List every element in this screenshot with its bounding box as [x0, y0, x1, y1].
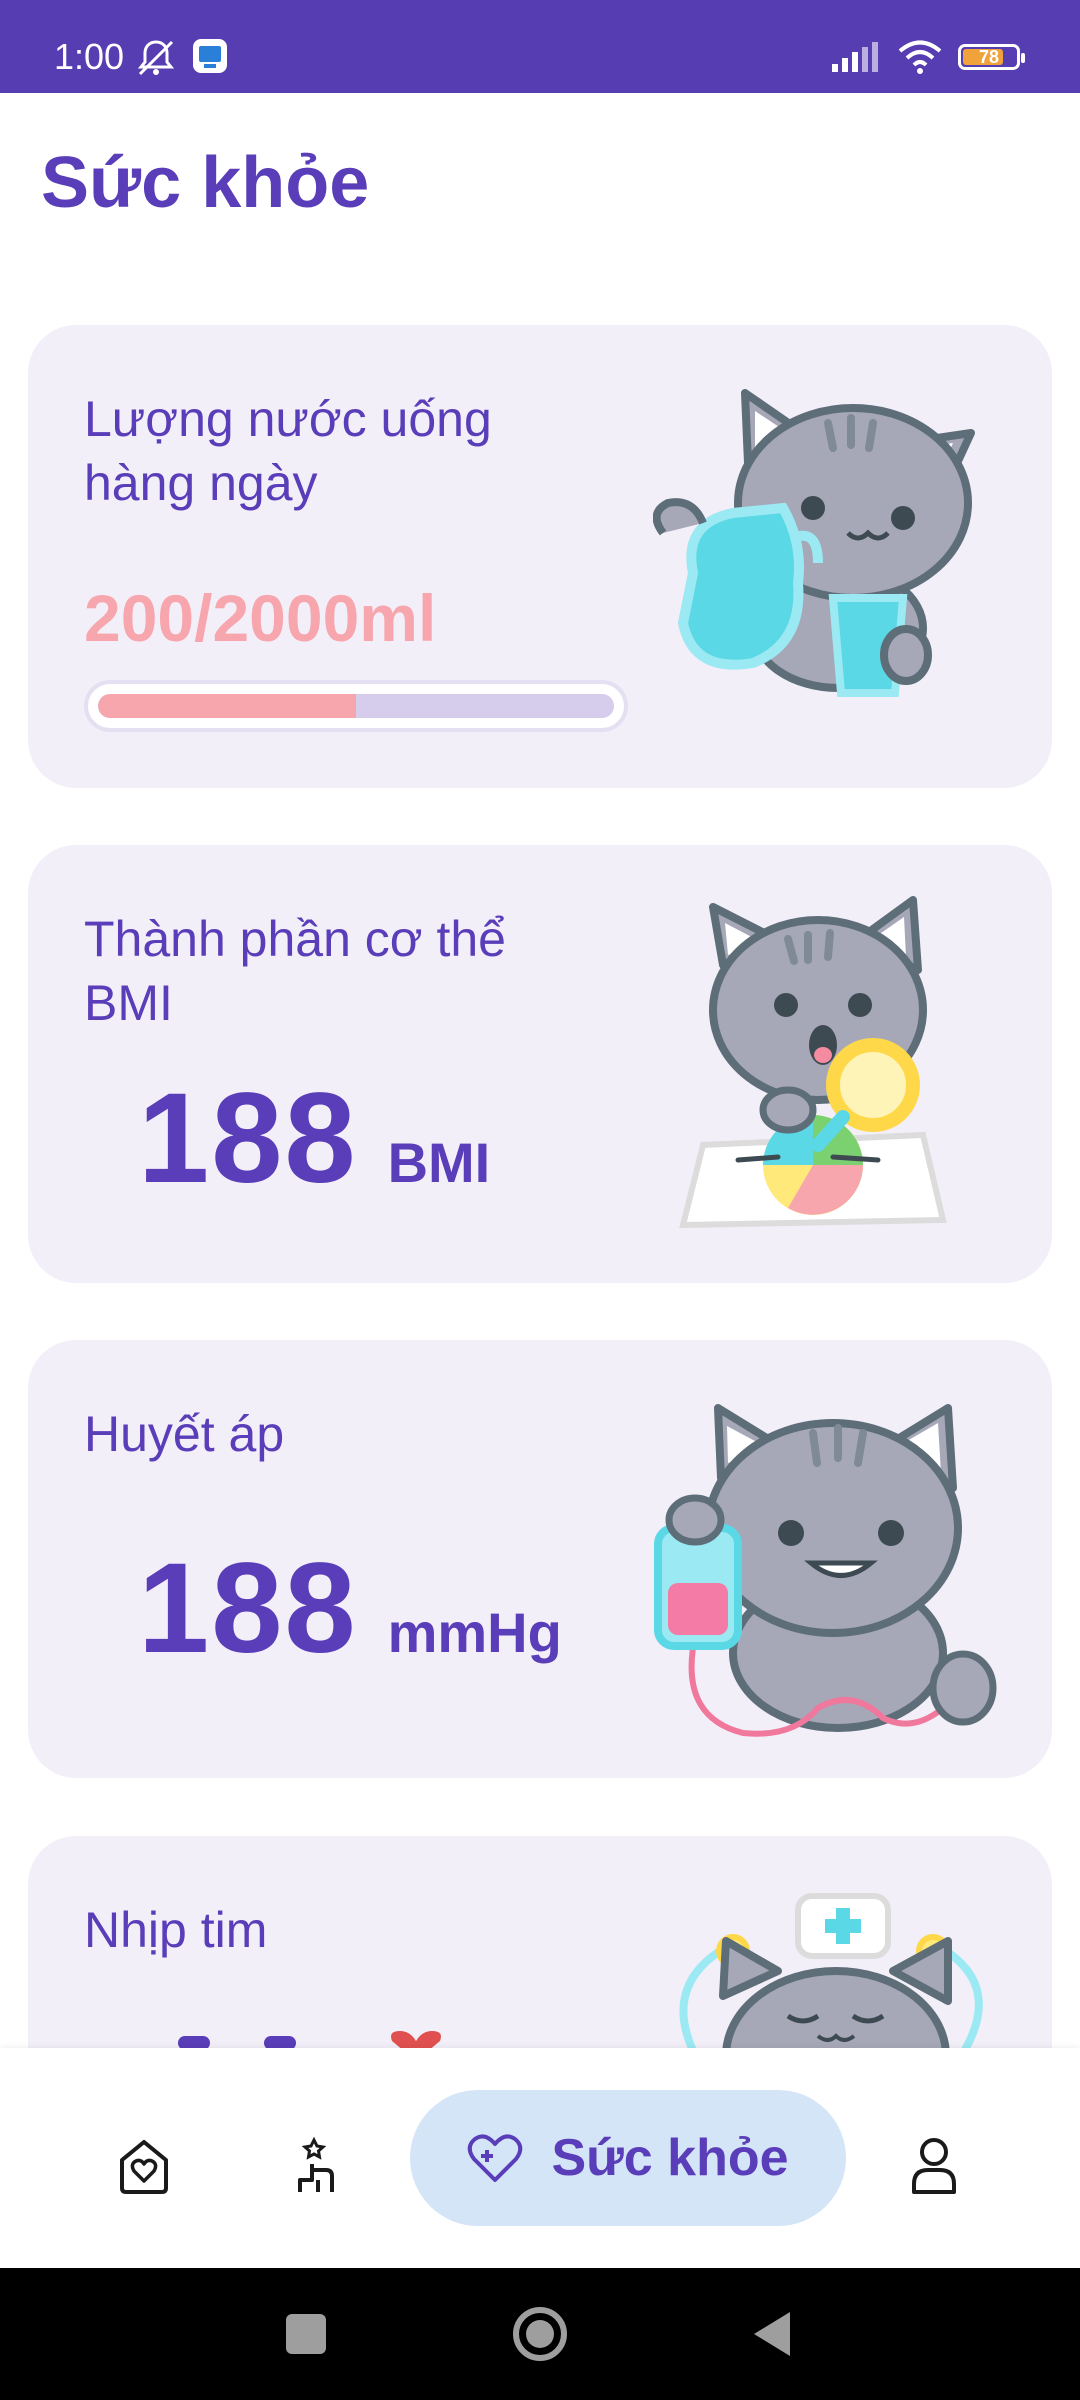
bmi-card-label: Thành phần cơ thể BMI [84, 911, 506, 1031]
cat-blood-bag-illustration [654, 1404, 997, 1737]
water-intake-card[interactable]: Lượng nước uống hàng ngày 200/2000ml [28, 325, 1052, 788]
battery-icon: 78 [958, 44, 1025, 70]
heart-rate-label: Nhịp tim [84, 1902, 268, 1958]
water-card-label: Lượng nước uống hàng ngày [84, 391, 492, 511]
blood-pressure-card[interactable]: Huyết áp 188 mmHg [28, 1340, 1052, 1778]
water-amount: 200/2000ml [84, 581, 437, 655]
nav-activity[interactable] [280, 2126, 360, 2206]
bottom-navigation: Sức khỏe [0, 2048, 1080, 2268]
signal-icon [832, 42, 878, 72]
wifi-icon [898, 40, 942, 74]
cat-magnifier-chart-illustration [679, 896, 947, 1229]
system-navigation-bar [0, 2268, 1080, 2400]
bmi-value: 188 [138, 1067, 358, 1210]
profile-icon [912, 2138, 956, 2194]
nav-profile[interactable] [894, 2126, 974, 2206]
cat-water-jug-illustration [653, 389, 975, 697]
health-heart-icon [468, 2134, 523, 2182]
nav-home[interactable] [104, 2126, 184, 2206]
back-button[interactable] [750, 2306, 794, 2362]
status-bar: 1:00 78 [0, 0, 1080, 93]
bmi-unit: BMI [387, 1131, 491, 1194]
blood-pressure-label: Huyết áp [84, 1406, 285, 1462]
water-progress-bar [84, 680, 628, 732]
activity-icon [298, 2136, 334, 2192]
bmi-card[interactable]: Thành phần cơ thể BMI 188 BMI [28, 845, 1052, 1283]
recents-button[interactable] [284, 2306, 328, 2362]
nav-health-label: Sức khỏe [551, 2129, 789, 2187]
app-notification-icon [193, 39, 227, 73]
battery-level: 78 [978, 46, 1000, 67]
home-button[interactable] [510, 2306, 570, 2362]
page-title: Sức khỏe [41, 143, 370, 223]
water-progress-fill [98, 694, 356, 718]
home-heart-icon [120, 2140, 168, 2194]
blood-pressure-value: 188 [138, 1537, 358, 1680]
cat-nurse-illustration [679, 1893, 983, 2066]
mute-bell-icon [137, 40, 175, 76]
status-time: 1:00 [54, 36, 125, 77]
nav-health-active[interactable]: Sức khỏe [410, 2090, 846, 2226]
blood-pressure-unit: mmHg [387, 1601, 562, 1664]
